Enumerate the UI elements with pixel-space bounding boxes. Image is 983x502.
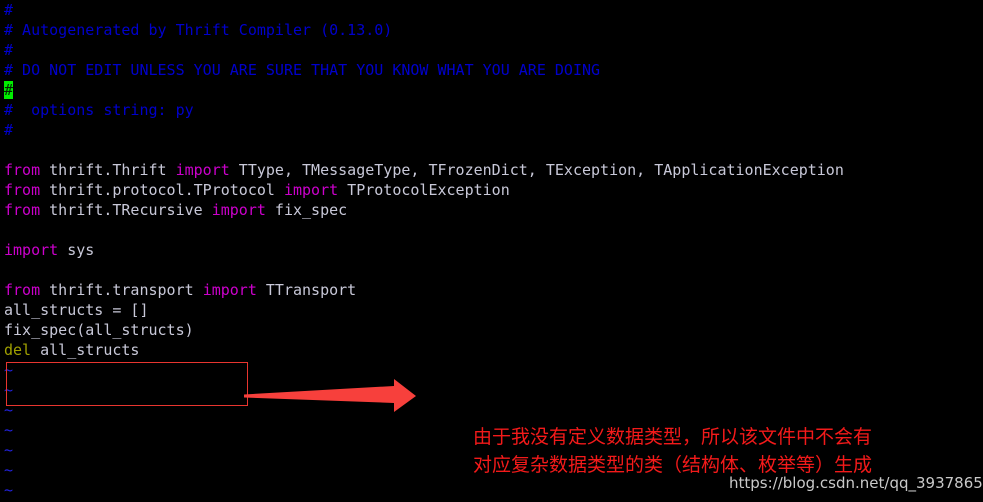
code-line: all_structs = [] <box>0 300 983 320</box>
code-token: ~ <box>4 481 14 499</box>
vim-terminal-screenshot: # # Autogenerated by Thrift Compiler (0.1… <box>0 0 983 502</box>
code-token: thrift.protocol.TProtocol <box>40 181 284 199</box>
code-token: thrift.transport <box>40 281 203 299</box>
code-token: import <box>202 281 257 299</box>
code-line: ~ <box>0 400 983 420</box>
code-token: import <box>4 241 59 259</box>
code-token: from <box>4 161 41 179</box>
code-token: TType, TMessageType, TFrozenDict, TExcep… <box>229 161 844 179</box>
code-line: from thrift.TRecursive import fix_spec <box>0 200 983 220</box>
code-line: from thrift.protocol.TProtocol import TP… <box>0 180 983 200</box>
code-editor-text-area[interactable]: # # Autogenerated by Thrift Compiler (0.1… <box>0 0 983 500</box>
code-token: ~ <box>4 441 14 459</box>
code-token: fix_spec(all_structs) <box>4 321 194 339</box>
code-line: ~ <box>0 360 983 380</box>
code-token: ~ <box>4 401 14 419</box>
code-token: all_structs = [] <box>4 301 149 319</box>
code-token: ~ <box>4 381 14 399</box>
code-token: TTransport <box>256 281 357 299</box>
code-line: from thrift.Thrift import TType, TMessag… <box>0 160 983 180</box>
code-line: from thrift.transport import TTransport <box>0 280 983 300</box>
code-line: # <box>0 80 983 100</box>
code-token: # options string: py <box>4 101 194 119</box>
code-line: ~ <box>0 420 983 440</box>
code-token: TProtocolException <box>338 181 510 199</box>
code-token: import <box>283 181 339 199</box>
code-token: all_structs <box>31 341 140 359</box>
code-token: from <box>4 181 41 199</box>
code-token: import <box>175 161 230 179</box>
code-token: del <box>4 341 32 359</box>
code-line: ~ <box>0 480 983 500</box>
code-line: # Autogenerated by Thrift Compiler (0.13… <box>0 20 983 40</box>
code-line: # <box>0 120 983 140</box>
code-token: # DO NOT EDIT UNLESS YOU ARE SURE THAT Y… <box>4 61 601 79</box>
code-token: import <box>211 201 266 219</box>
code-line: ~ <box>0 380 983 400</box>
code-line: import sys <box>0 240 983 260</box>
code-token: from <box>4 201 41 219</box>
code-line: # <box>0 40 983 60</box>
code-line: # <box>0 0 983 20</box>
code-token: sys <box>58 241 95 259</box>
code-token: thrift.TRecursive <box>40 201 212 219</box>
code-line: del all_structs <box>0 340 983 360</box>
code-line: # DO NOT EDIT UNLESS YOU ARE SURE THAT Y… <box>0 60 983 80</box>
code-token: ~ <box>4 421 14 439</box>
code-token: # <box>4 121 14 139</box>
code-line: fix_spec(all_structs) <box>0 320 983 340</box>
code-token: # <box>4 1 14 19</box>
code-token: # Autogenerated by Thrift Compiler (0.13… <box>4 21 393 39</box>
code-token: from <box>4 281 41 299</box>
code-line: ~ <box>0 460 983 480</box>
code-token: thrift.Thrift <box>40 161 176 179</box>
code-token: fix_spec <box>265 201 348 219</box>
code-token: # <box>4 41 14 59</box>
code-line: # options string: py <box>0 100 983 120</box>
cursor-block: # <box>4 81 14 99</box>
code-line: ~ <box>0 440 983 460</box>
code-token: ~ <box>4 461 14 479</box>
code-token: ~ <box>4 361 14 379</box>
